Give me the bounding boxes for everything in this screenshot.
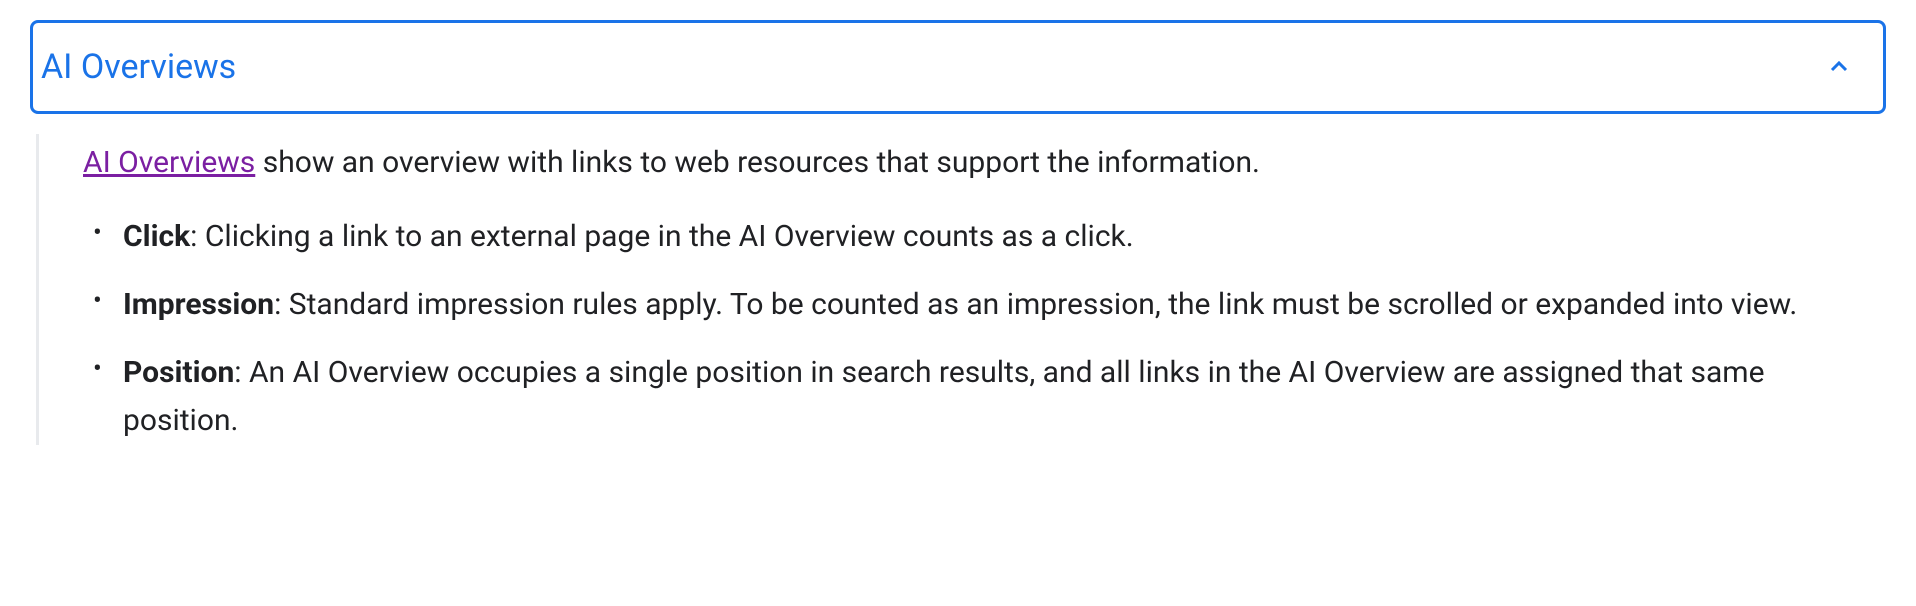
accordion-title: AI Overviews <box>41 47 236 87</box>
intro-rest-text: show an overview with links to web resou… <box>255 145 1260 180</box>
accordion-header[interactable]: AI Overviews <box>30 20 1886 114</box>
intro-paragraph: AI Overviews show an overview with links… <box>83 140 1886 185</box>
bullet-label: Impression <box>123 287 274 322</box>
bullet-list: Click: Clicking a link to an external pa… <box>83 213 1886 445</box>
ai-overviews-link[interactable]: AI Overviews <box>83 145 255 180</box>
chevron-up-icon <box>1825 53 1853 81</box>
bullet-text: : Standard impression rules apply. To be… <box>274 287 1797 322</box>
list-item: Click: Clicking a link to an external pa… <box>83 213 1886 261</box>
bullet-text: : Clicking a link to an external page in… <box>190 219 1133 254</box>
list-item: Impression: Standard impression rules ap… <box>83 281 1886 329</box>
bullet-label: Position <box>123 355 234 390</box>
bullet-text: : An AI Overview occupies a single posit… <box>123 355 1765 438</box>
accordion-content: AI Overviews show an overview with links… <box>36 134 1886 445</box>
bullet-label: Click <box>123 219 190 254</box>
list-item: Position: An AI Overview occupies a sing… <box>83 349 1886 445</box>
